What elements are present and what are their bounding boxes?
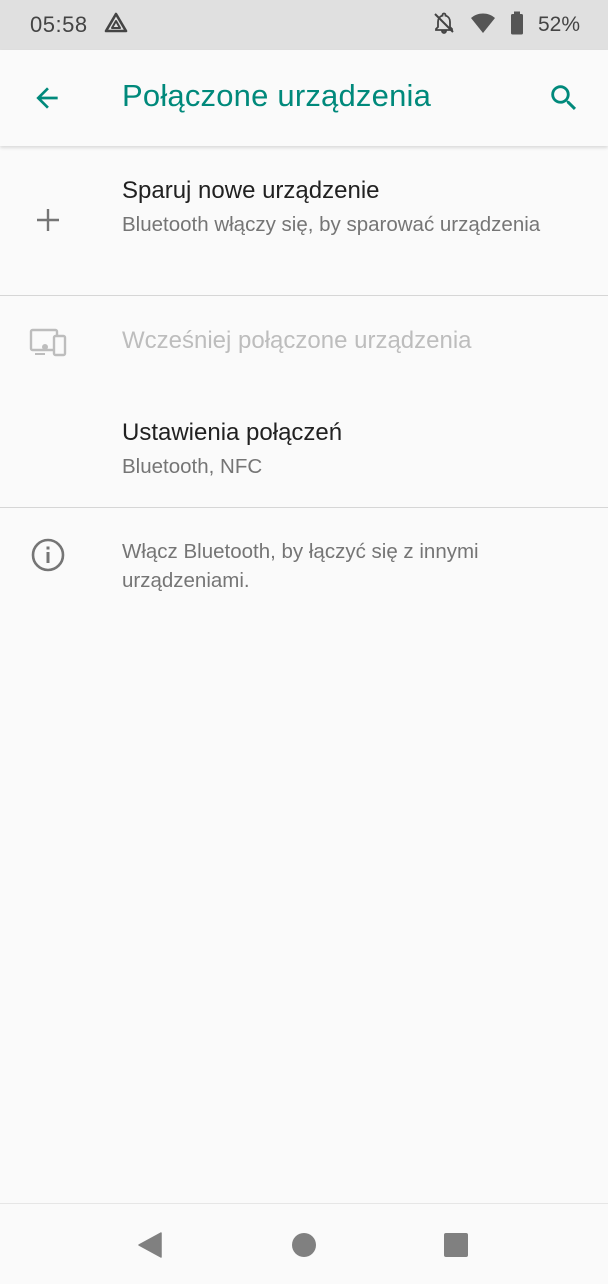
screen: 05:58 52% Połączone urządzenia Sparuj no… xyxy=(0,0,608,1284)
recents-square-icon xyxy=(444,1233,468,1257)
arrow-back-icon xyxy=(36,87,58,109)
devices-icon xyxy=(28,322,68,362)
app-bar: Połączone urządzenia xyxy=(0,50,608,146)
pair-new-device-summary: Bluetooth włączy się, by sparować urządz… xyxy=(122,213,541,236)
wifi-icon xyxy=(470,12,496,39)
divider xyxy=(0,507,608,508)
back-triangle-icon xyxy=(138,1232,162,1258)
navigation-bar xyxy=(0,1203,608,1284)
status-time: 05:58 xyxy=(30,12,88,37)
search-button[interactable] xyxy=(544,78,584,118)
battery-icon xyxy=(510,11,524,40)
status-bar: 05:58 52% xyxy=(0,0,608,50)
bluetooth-info-text: Włącz Bluetooth, by łączyć się z innymi … xyxy=(122,540,479,592)
pair-new-device-title: Sparuj nowe urządzenie xyxy=(122,177,380,204)
search-icon xyxy=(551,85,577,111)
nav-recents-button[interactable] xyxy=(441,1230,471,1260)
status-left: 05:58 xyxy=(30,12,128,39)
previously-connected-title: Wcześniej połączone urządzenia xyxy=(122,327,472,354)
connection-preferences-summary: Bluetooth, NFC xyxy=(122,455,263,478)
nav-back-button[interactable] xyxy=(135,1230,165,1260)
notifications-off-icon xyxy=(432,11,456,40)
page-title: Połączone urządzenia xyxy=(122,78,432,113)
back-button[interactable] xyxy=(28,79,66,117)
plus-icon xyxy=(28,200,68,240)
previously-connected-item: Wcześniej połączone urządzenia xyxy=(0,296,608,386)
battery-percent: 52% xyxy=(537,13,580,36)
info-icon xyxy=(28,535,68,575)
nav-home-button[interactable] xyxy=(289,1230,319,1260)
status-right: 52% xyxy=(432,11,580,40)
drive-icon xyxy=(104,12,128,39)
home-circle-icon xyxy=(292,1233,316,1257)
connection-preferences-item[interactable]: Ustawienia połączeń Bluetooth, NFC xyxy=(0,386,608,508)
connection-preferences-title: Ustawienia połączeń xyxy=(122,419,343,446)
pair-new-device-item[interactable]: Sparuj nowe urządzenie Bluetooth włączy … xyxy=(0,146,608,296)
